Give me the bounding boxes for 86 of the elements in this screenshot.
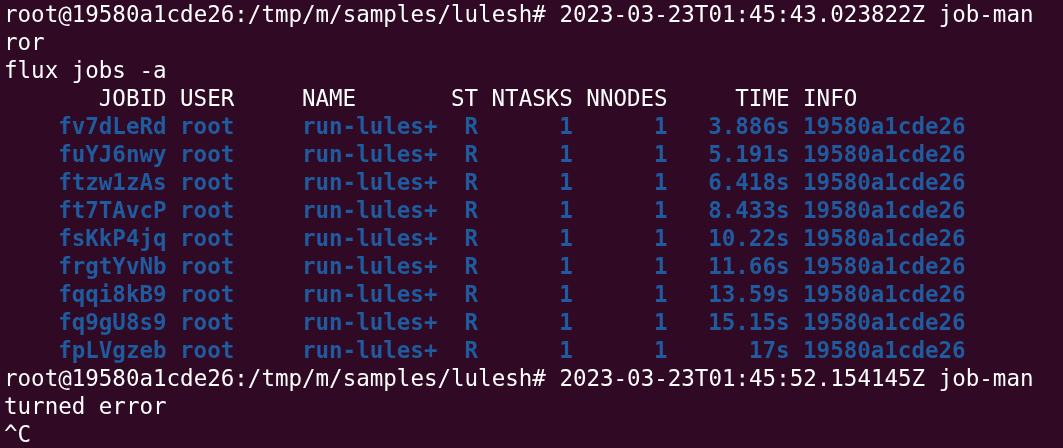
table-cell-text: root [180, 112, 236, 140]
table-cell-text: 1 [558, 336, 573, 364]
terminal-line: root@19580a1cde26:/tmp/m/samples/lulesh# 2023-03-23T01:45:52.154145Z job-man [4, 364, 1035, 392]
table-cell-text: 1 [653, 140, 668, 168]
table-cell-text: 6.418s [707, 168, 790, 196]
terminal-line: flux jobs -a [4, 56, 168, 84]
terminal-line: ^C [4, 420, 33, 448]
table-cell-text: 1 [558, 252, 573, 280]
table-cell-text: root [180, 280, 236, 308]
table-cell-text: fsKkP4jq [57, 224, 167, 252]
table-cell: run-lules+ [301, 112, 438, 140]
table-cell-text: ft7TAvcP [57, 196, 167, 224]
table-cell-text: R [463, 196, 479, 224]
table-cell-text: 1 [558, 308, 573, 336]
column-header: JOBID [97, 84, 167, 112]
table-cell-text: fv7dLeRd [57, 112, 167, 140]
table-cell: run-lules+ [301, 252, 438, 280]
table-cell-text: root [180, 196, 236, 224]
table-cell-text: fqqi8kB9 [57, 280, 167, 308]
column-header: NNODES [586, 84, 668, 112]
table-cell-text: 1 [653, 196, 668, 224]
table-cell-text: 19580a1cde26 [803, 140, 967, 168]
table-cell-text: root [180, 224, 236, 252]
table-cell-text: root [180, 336, 236, 364]
column-header: NTASKS [491, 84, 573, 112]
table-cell-text: 19580a1cde26 [803, 280, 967, 308]
table-cell-text: 1 [653, 336, 668, 364]
terminal-line: root@19580a1cde26:/tmp/m/samples/lulesh# 2023-03-23T01:45:43.023822Z job-man [4, 0, 1035, 28]
column-header: ST [450, 84, 479, 112]
table-cell-text: root [180, 140, 236, 168]
table-cell-text: 1 [653, 168, 668, 196]
column-header: TIME [734, 84, 790, 112]
terminal-line: turned error [4, 392, 168, 420]
table-cell-text: 19580a1cde26 [803, 308, 967, 336]
table-cell-text: 8.433s [707, 196, 790, 224]
table-cell-text: R [463, 336, 479, 364]
table-cell-text: 10.22s [707, 224, 790, 252]
terminal-line: ror [4, 28, 46, 56]
table-cell-text: 1 [653, 224, 668, 252]
table-cell-text: 1 [653, 112, 668, 140]
table-cell: run-lules+ [301, 336, 438, 364]
column-header: USER [180, 84, 236, 112]
table-cell: run-lules+ [301, 196, 438, 224]
table-cell-text: fpLVgzeb [57, 336, 167, 364]
table-cell-text: 1 [558, 196, 573, 224]
table-cell: run-lules+ [301, 308, 438, 336]
table-cell-text: 1 [558, 112, 573, 140]
table-cell-text: 1 [558, 168, 573, 196]
column-header: INFO [803, 84, 859, 112]
table-cell-text: 1 [653, 308, 668, 336]
table-cell-text: 3.886s [707, 112, 790, 140]
table-cell-text: R [463, 280, 479, 308]
table-cell-text: root [180, 308, 236, 336]
table-cell-text: R [463, 308, 479, 336]
table-cell-text: 1 [558, 224, 573, 252]
table-cell-text: root [180, 252, 236, 280]
table-cell-text: ftzw1zAs [57, 168, 167, 196]
table-cell-text: R [463, 224, 479, 252]
table-cell-text: 1 [558, 280, 573, 308]
table-cell-text: 13.59s [707, 280, 790, 308]
table-cell-text: frgtYvNb [57, 252, 167, 280]
column-header: NAME [301, 84, 358, 112]
table-cell-text: 19580a1cde26 [803, 252, 967, 280]
table-cell-text: 17s [747, 336, 790, 364]
table-cell-text: fuYJ6nwy [57, 140, 167, 168]
table-cell: run-lules+ [301, 280, 438, 308]
table-cell-text: R [463, 168, 479, 196]
table-cell-text: 15.15s [707, 308, 790, 336]
table-cell-text: R [463, 140, 479, 168]
table-cell: run-lules+ [301, 140, 438, 168]
table-cell-text: 19580a1cde26 [803, 336, 967, 364]
table-cell-text: 11.66s [707, 252, 790, 280]
table-cell-text: 1 [653, 280, 668, 308]
table-cell-text: root [180, 168, 236, 196]
table-cell-text: 19580a1cde26 [803, 168, 967, 196]
table-cell-text: 19580a1cde26 [803, 196, 967, 224]
table-cell-text: 1 [653, 252, 668, 280]
table-cell-text: 19580a1cde26 [803, 112, 967, 140]
table-cell-text: fq9gU8s9 [57, 308, 167, 336]
table-cell-text: R [463, 252, 479, 280]
table-cell-text: R [463, 112, 479, 140]
table-cell-text: 5.191s [707, 140, 790, 168]
table-cell: run-lules+ [301, 168, 438, 196]
table-cell: run-lules+ [301, 224, 438, 252]
table-cell-text: 1 [558, 140, 573, 168]
table-cell-text: 19580a1cde26 [803, 224, 967, 252]
